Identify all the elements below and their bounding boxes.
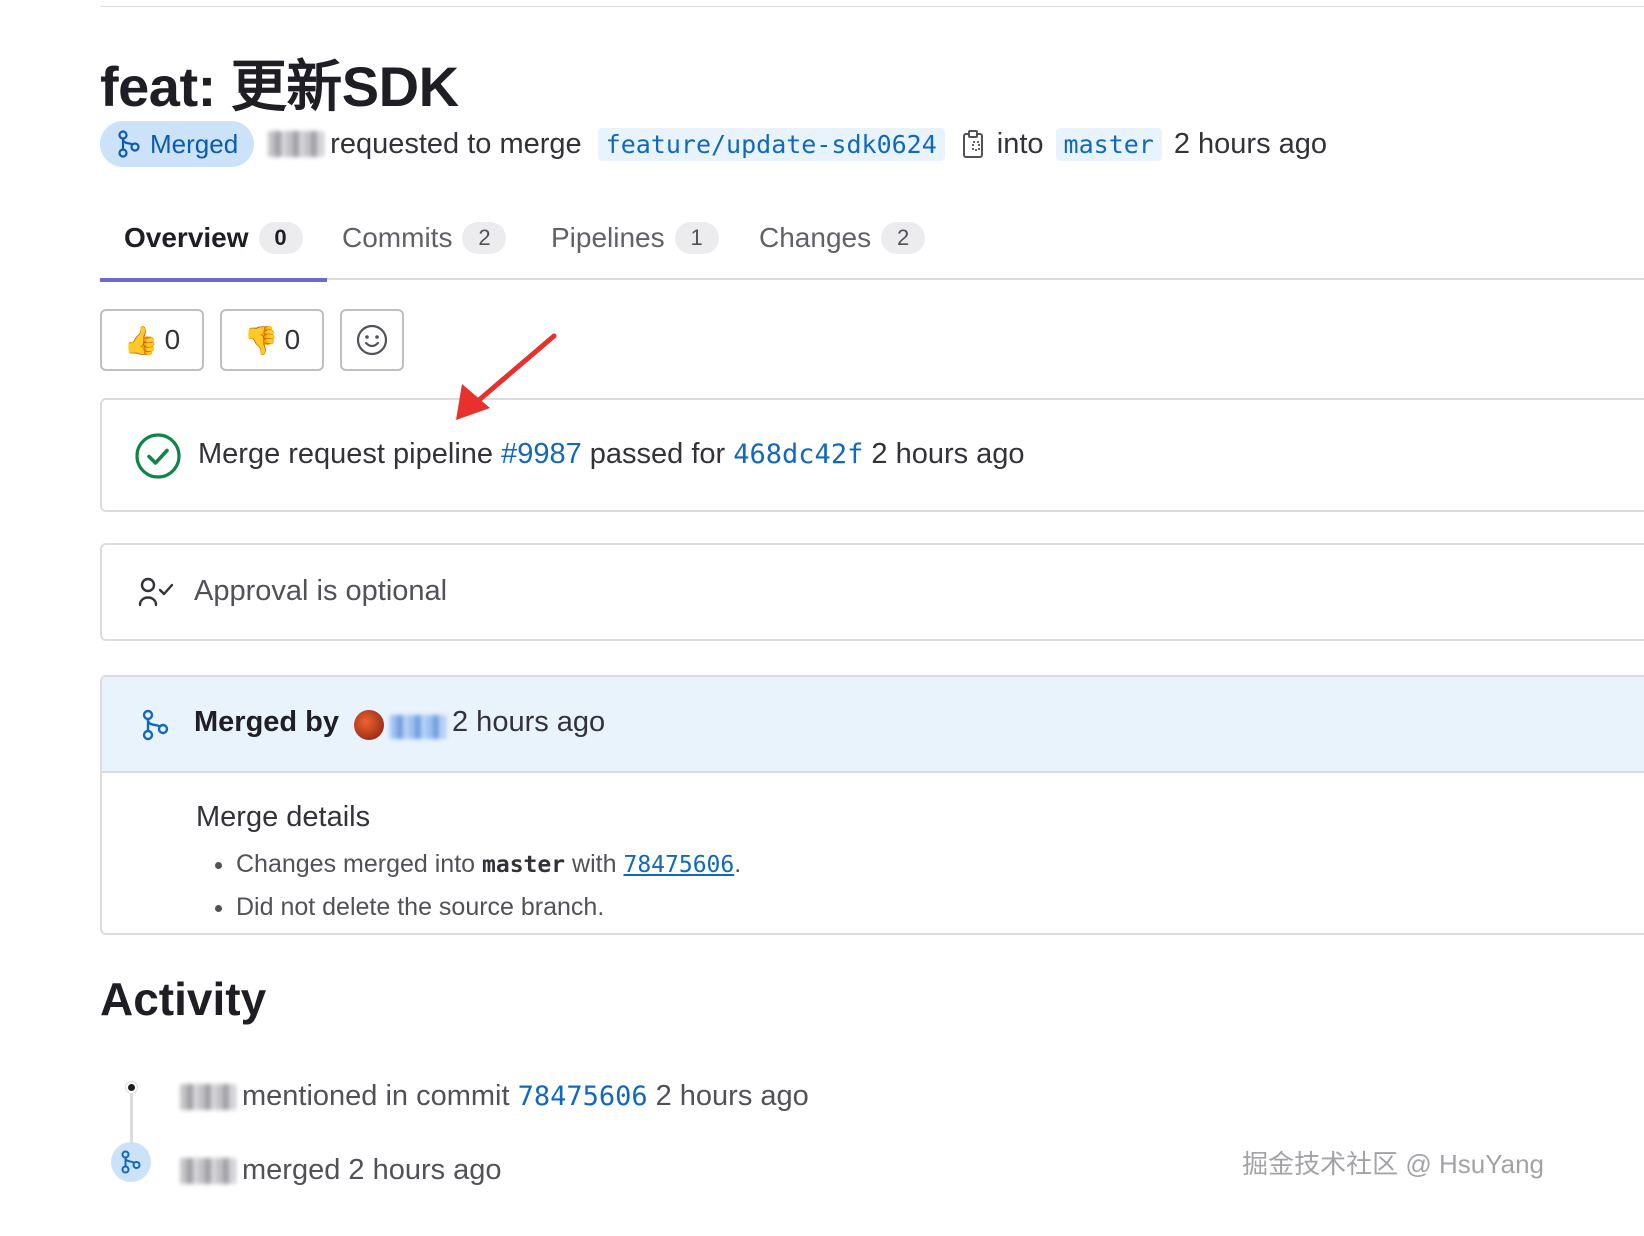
activity-user-redacted[interactable] (180, 1083, 236, 1110)
merge-request-tabs: Overview 0 Commits 2 Pipelines 1 Changes… (100, 196, 1644, 282)
activity-time: 2 hours ago (655, 1080, 809, 1112)
tab-overview-label: Overview (124, 222, 249, 253)
target-branch[interactable]: master (1055, 127, 1162, 161)
tab-changes[interactable]: Changes 2 (759, 196, 926, 280)
thumbs-down-icon: 👎 (243, 324, 279, 356)
created-time: 2 hours ago (1173, 127, 1328, 160)
activity-heading: Activity (100, 973, 267, 1025)
activity-item: mentioned in commit 78475606 2 hours ago (180, 1080, 809, 1113)
merge-details: Merge details Changes merged into master… (102, 773, 1644, 922)
into-text: into (996, 127, 1044, 160)
timeline-merge-badge (111, 1142, 151, 1182)
smiley-icon (356, 324, 388, 356)
tab-pipelines-label: Pipelines (551, 222, 665, 253)
tab-changes-label: Changes (759, 222, 872, 253)
pipeline-prefix: Merge request pipeline (198, 438, 494, 470)
approval-text: Approval is optional (194, 575, 448, 607)
merged-widget: Merged by 2 hours ago Merge details Chan… (100, 675, 1644, 935)
tab-commits-count: 2 (462, 222, 507, 254)
merge-detail-with: with (572, 850, 617, 878)
tab-overview[interactable]: Overview 0 (100, 196, 327, 282)
merge-icon (142, 709, 169, 741)
activity-text: mentioned in commit (242, 1080, 510, 1112)
merge-detail-period: . (734, 850, 742, 878)
pipeline-time: 2 hours ago (871, 438, 1025, 470)
tab-overview-count: 0 (258, 222, 303, 254)
requested-text: requested to merge (330, 127, 582, 160)
merged-header: Merged by 2 hours ago (102, 677, 1644, 773)
tab-changes-count: 2 (881, 222, 926, 254)
activity-commit-link[interactable]: 78475606 (518, 1081, 648, 1112)
merge-icon (118, 130, 140, 158)
tab-pipelines[interactable]: Pipelines 1 (551, 196, 719, 280)
author-name-redacted[interactable] (268, 131, 325, 157)
pipeline-widget: Merge request pipeline #9987 passed for … (100, 398, 1644, 512)
pipeline-passed-text: passed for (589, 438, 726, 470)
merge-details-list: Changes merged into master with 78475606… (196, 850, 1644, 922)
activity-item: merged 2 hours ago (180, 1154, 502, 1187)
watermark: 掘金技术社区 @ HsuYang (1242, 1149, 1544, 1179)
merge-detail-item: Changes merged into master with 78475606… (236, 850, 1644, 879)
pipeline-id-link[interactable]: #9987 (501, 438, 582, 470)
merged-time: 2 hours ago (452, 706, 606, 738)
status-badge: Merged (100, 121, 255, 167)
tab-pipelines-count: 1 (674, 222, 719, 254)
tab-commits-label: Commits (342, 222, 453, 253)
merger-name-redacted[interactable] (390, 715, 446, 739)
approval-icon (138, 575, 176, 616)
page-title: feat: 更新SDK (100, 55, 459, 118)
copy-branch-icon[interactable] (961, 129, 985, 159)
merge-commit-link[interactable]: 78475606 (623, 852, 734, 878)
activity-text: merged 2 hours ago (242, 1154, 502, 1186)
source-branch[interactable]: feature/update-sdk0624 (597, 127, 945, 161)
merge-request-meta: Merged requested to merge feature/update… (100, 120, 1327, 168)
merge-details-title: Merge details (196, 801, 371, 833)
thumbs-up-count: 0 (164, 324, 181, 355)
add-reaction-button[interactable] (340, 309, 404, 371)
approval-widget: Approval is optional (100, 543, 1644, 641)
status-success-icon[interactable] (134, 432, 182, 485)
merged-by-label: Merged by (194, 706, 340, 738)
thumbs-down-button[interactable]: 👎 0 (220, 309, 324, 371)
merge-detail-branch: master (482, 852, 566, 878)
top-divider (100, 6, 1644, 7)
merge-detail-prefix: Changes merged into (236, 850, 476, 878)
annotation-arrow (456, 333, 557, 420)
activity-user-redacted[interactable] (180, 1157, 236, 1184)
thumbs-down-count: 0 (284, 324, 301, 355)
status-label: Merged (150, 128, 239, 159)
pipeline-commit-link[interactable]: 468dc42f (733, 439, 863, 470)
pipeline-status-text: Merge request pipeline #9987 passed for … (198, 438, 1025, 471)
merge-icon (121, 1150, 141, 1174)
avatar[interactable] (354, 710, 384, 740)
merge-detail-item: Did not delete the source branch. (236, 893, 1644, 922)
tab-commits[interactable]: Commits 2 (342, 196, 507, 280)
thumbs-up-icon: 👍 (123, 324, 159, 356)
timeline-dot (126, 1082, 137, 1093)
thumbs-up-button[interactable]: 👍 0 (100, 309, 204, 371)
